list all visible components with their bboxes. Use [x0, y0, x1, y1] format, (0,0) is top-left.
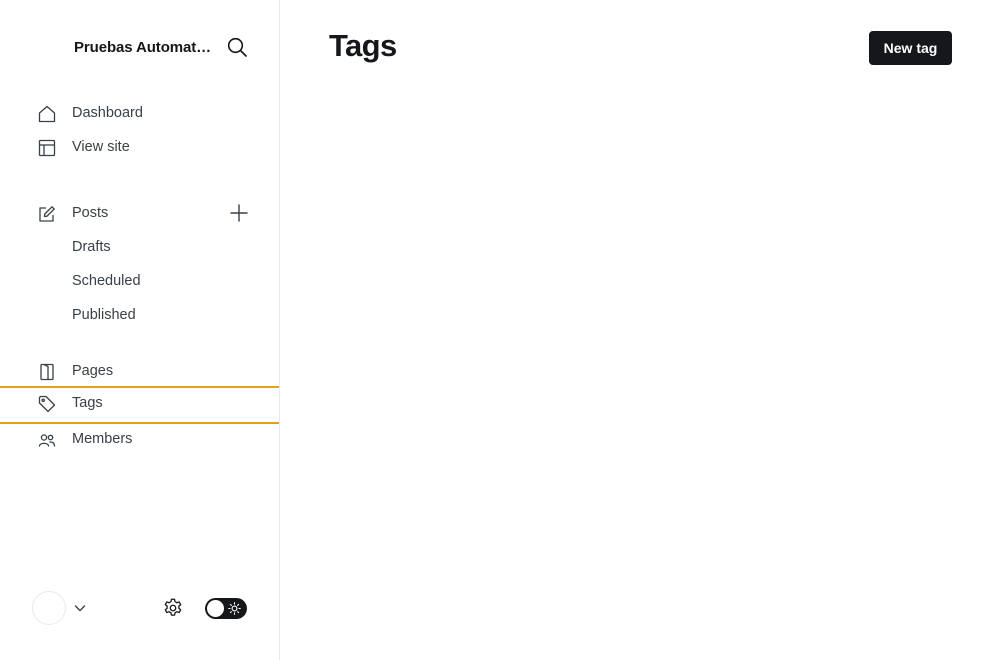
new-tag-button[interactable]: New tag	[869, 31, 952, 65]
nav-item-tags[interactable]: Tags	[0, 386, 279, 424]
sidebar-footer	[0, 590, 279, 626]
site-title[interactable]: Pruebas Automatizadas	[74, 39, 212, 56]
theme-toggle[interactable]	[205, 598, 247, 619]
nav-item-label: View site	[72, 139, 130, 155]
page-icon	[38, 363, 56, 381]
page-title: Tags	[329, 28, 397, 63]
nav-item-label: Dashboard	[72, 105, 143, 121]
gear-icon[interactable]	[162, 597, 184, 619]
nav-subitem-published[interactable]: Published	[0, 298, 279, 332]
nav-item-label: Members	[72, 431, 133, 447]
nav-item-label: Drafts	[72, 239, 111, 255]
main-content: Tags New tag	[280, 0, 1000, 660]
add-post-icon[interactable]	[229, 203, 249, 223]
pencil-icon	[38, 205, 56, 223]
avatar[interactable]	[32, 591, 66, 625]
nav-item-label: Posts	[72, 205, 109, 221]
chevron-down-icon[interactable]	[73, 601, 87, 615]
sun-icon	[228, 602, 241, 615]
sidebar: Pruebas Automatizadas Dashboard View sit…	[0, 0, 280, 660]
nav-subitem-drafts[interactable]: Drafts	[0, 230, 279, 264]
search-icon[interactable]	[226, 36, 248, 58]
members-icon	[38, 431, 56, 449]
nav-item-view-site[interactable]: View site	[0, 130, 279, 164]
site-header: Pruebas Automatizadas	[74, 30, 264, 64]
nav-item-members[interactable]: Members	[0, 422, 279, 456]
nav-item-label: Pages	[72, 363, 114, 379]
nav-item-pages[interactable]: Pages	[0, 354, 279, 388]
nav-item-dashboard[interactable]: Dashboard	[0, 96, 279, 130]
home-icon	[38, 105, 56, 123]
nav-item-label: Scheduled	[72, 273, 141, 289]
tag-icon	[38, 395, 56, 413]
toggle-knob	[207, 600, 224, 617]
nav-subitem-scheduled[interactable]: Scheduled	[0, 264, 279, 298]
layout-icon	[38, 139, 56, 157]
nav-item-label: Tags	[72, 395, 103, 411]
nav-item-label: Published	[72, 307, 136, 323]
